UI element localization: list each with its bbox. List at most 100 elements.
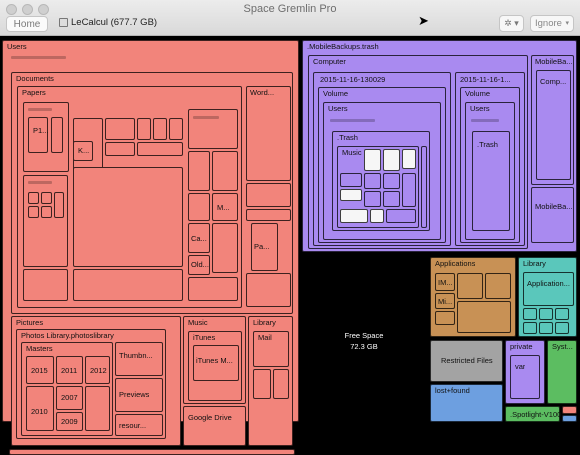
treemap-block[interactable] <box>253 369 271 399</box>
treemap-computer[interactable]: Computer 2015-11-16-130029 Volume Users … <box>308 55 528 249</box>
treemap-block[interactable] <box>539 308 553 320</box>
treemap-previews[interactable]: Previews <box>115 378 163 412</box>
treemap-block[interactable] <box>85 386 110 431</box>
treemap-block[interactable] <box>9 449 295 455</box>
treemap-block[interactable] <box>340 173 362 187</box>
treemap-block[interactable] <box>523 322 537 334</box>
treemap-block[interactable] <box>153 118 167 140</box>
treemap-block[interactable] <box>28 206 39 218</box>
treemap-block[interactable] <box>421 146 427 228</box>
treemap-block[interactable] <box>137 118 151 140</box>
gear-menu-button[interactable]: ✲ ▾ <box>499 15 524 32</box>
treemap-restricted-files[interactable]: Restricted Files <box>430 340 503 382</box>
treemap-2012[interactable]: 2012 <box>85 356 110 384</box>
treemap-users-backup-1[interactable]: Users .Trash Music <box>323 102 441 240</box>
treemap-block[interactable] <box>105 142 135 156</box>
treemap-block[interactable] <box>23 175 68 267</box>
treemap-block[interactable] <box>523 308 537 320</box>
treemap-block[interactable] <box>383 173 400 189</box>
treemap-itunes[interactable]: iTunes iTunes M... <box>188 331 242 401</box>
treemap-thumbn[interactable]: Thumbn... <box>115 342 163 376</box>
treemap-application-support[interactable]: Application... <box>523 272 574 306</box>
treemap-block[interactable] <box>457 301 511 333</box>
treemap-block[interactable] <box>212 151 238 191</box>
treemap-system[interactable]: Syst... <box>547 340 577 404</box>
treemap-block[interactable] <box>28 192 39 204</box>
treemap-block[interactable] <box>555 322 569 334</box>
treemap-mobilebackups[interactable]: .MobileBackups.trash Computer 2015-11-16… <box>302 40 577 252</box>
treemap-snapshot-2[interactable]: 2015-11-16-1... Volume Users .Trash <box>455 72 525 246</box>
treemap-block[interactable] <box>485 273 511 299</box>
treemap-photos-library[interactable]: Photos Library.photoslibrary Masters 201… <box>16 329 166 439</box>
treemap-im[interactable]: IM... <box>435 273 455 291</box>
treemap-trash-2[interactable]: .Trash <box>472 131 510 231</box>
treemap-pictures[interactable]: Pictures Photos Library.photoslibrary Ma… <box>11 316 181 446</box>
treemap-2015[interactable]: 2015 <box>26 356 54 384</box>
treemap-block[interactable] <box>169 118 183 140</box>
treemap-block[interactable] <box>562 415 577 422</box>
treemap-comp[interactable]: Comp... <box>536 70 571 180</box>
treemap-lost-found[interactable]: lost+found <box>430 384 503 422</box>
treemap-block[interactable] <box>23 269 68 301</box>
treemap-library[interactable]: Library Application... <box>518 257 577 337</box>
treemap-papers[interactable]: Papers P1... K... M... Ca... Old... <box>17 86 242 308</box>
treemap-private[interactable]: private var <box>505 340 545 404</box>
treemap-block[interactable] <box>386 209 416 223</box>
treemap-block[interactable] <box>188 109 238 149</box>
treemap-users-backup-2[interactable]: Users .Trash <box>465 102 515 240</box>
treemap-block[interactable] <box>273 369 289 399</box>
treemap-music-backup[interactable]: Music <box>337 146 419 228</box>
treemap-block[interactable] <box>105 118 135 140</box>
treemap-resour[interactable]: resour... <box>115 414 163 436</box>
treemap-k[interactable]: K... <box>73 141 93 161</box>
treemap-music[interactable]: Music iTunes iTunes M... <box>183 316 246 404</box>
treemap-mobileba-1[interactable]: MobileBa... Comp... <box>531 55 574 185</box>
disk-selector[interactable]: LeCalcul (677.7 GB) <box>59 17 157 28</box>
treemap-block[interactable] <box>435 311 455 325</box>
treemap-2009[interactable]: 2009 <box>56 412 83 431</box>
treemap-grid-block[interactable] <box>73 167 183 267</box>
home-button[interactable]: Home <box>6 16 48 32</box>
treemap-block[interactable] <box>246 183 291 207</box>
treemap-itunes-media[interactable]: iTunes M... <box>193 345 239 381</box>
treemap-pa[interactable]: Pa... <box>251 223 278 271</box>
treemap-2010[interactable]: 2010 <box>26 386 54 431</box>
treemap-block[interactable] <box>246 273 291 307</box>
treemap-documents[interactable]: Documents Papers P1... K... M... Ca... O… <box>11 72 293 314</box>
treemap-mi[interactable]: Mi... <box>435 293 455 309</box>
treemap-block[interactable] <box>539 322 553 334</box>
treemap-users[interactable]: Users Documents Papers P1... K... M... C… <box>2 40 299 455</box>
treemap-2011[interactable]: 2011 <box>56 356 83 384</box>
free-space[interactable]: Free Space 72.3 GB <box>306 330 422 352</box>
treemap-block[interactable] <box>364 173 381 189</box>
treemap-block[interactable] <box>51 117 63 153</box>
treemap-block[interactable] <box>457 273 483 299</box>
treemap-block[interactable] <box>188 277 238 301</box>
treemap-block[interactable] <box>212 223 238 273</box>
treemap-block[interactable] <box>246 209 291 221</box>
treemap-applications[interactable]: Applications IM... Mi... <box>430 257 516 337</box>
treemap-google-drive[interactable]: Google Drive <box>183 406 246 446</box>
treemap-mobileba-2[interactable]: MobileBa... <box>531 187 574 243</box>
treemap-old[interactable]: Old... <box>188 255 210 275</box>
treemap-block[interactable] <box>562 406 577 414</box>
treemap-block[interactable] <box>402 173 416 207</box>
treemap-var[interactable]: var <box>510 355 540 399</box>
treemap-block[interactable] <box>188 151 210 191</box>
treemap-block[interactable]: P1... <box>23 102 69 172</box>
treemap-block[interactable] <box>54 192 64 218</box>
treemap-trash-1[interactable]: .Trash Music <box>332 131 430 231</box>
treemap-block[interactable] <box>555 308 569 320</box>
treemap-block[interactable] <box>383 191 400 207</box>
treemap-ca[interactable]: Ca... <box>188 223 210 253</box>
treemap-block[interactable] <box>364 191 381 207</box>
treemap-spotlight[interactable]: .Spotlight-V100 <box>505 406 561 422</box>
treemap-library-user[interactable]: Library Mail <box>248 316 293 446</box>
treemap-block[interactable] <box>188 193 210 221</box>
treemap-block[interactable] <box>41 206 52 218</box>
treemap-2007[interactable]: 2007 <box>56 386 83 410</box>
treemap-snapshot-1[interactable]: 2015-11-16-130029 Volume Users .Trash Mu… <box>313 72 451 246</box>
treemap-word[interactable]: Word... <box>246 86 291 181</box>
treemap-volume-2[interactable]: Volume Users .Trash <box>460 87 520 243</box>
ignore-button[interactable]: Ignore ▾ <box>530 15 574 32</box>
